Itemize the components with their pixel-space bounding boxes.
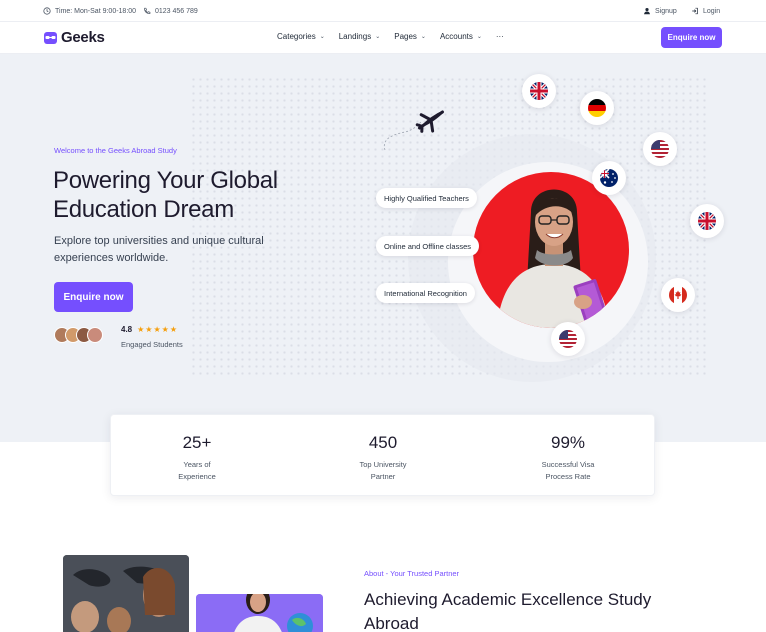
avatar — [87, 327, 103, 343]
geeks-logo-icon — [44, 31, 57, 44]
australia-flag-icon — [592, 161, 626, 195]
airplane-icon — [383, 110, 444, 151]
stat-label: Top University Partner — [359, 460, 407, 481]
engaged-students-label: Engaged Students — [121, 340, 183, 349]
stat-university: 450 Top University Partner — [323, 433, 443, 483]
login-link[interactable]: Login — [691, 7, 720, 15]
nav-label: Pages — [394, 32, 417, 41]
star-rating-icon: ★★★★★ — [137, 325, 178, 334]
usa-flag-icon — [643, 132, 677, 166]
hero-eyebrow: Welcome to the Geeks Abroad Study — [54, 146, 177, 155]
hours-text: Time: Mon-Sat 9:00-18:00 — [55, 7, 137, 15]
phone-info[interactable]: 0123 456 789 — [143, 7, 198, 15]
more-icon: ··· — [495, 32, 504, 41]
login-label: Login — [703, 7, 721, 15]
brand-logo[interactable]: Geeks — [43, 29, 105, 46]
about-title: Achieving Academic Excellence Study Abro… — [364, 590, 652, 632]
top-info-bar: Time: Mon-Sat 9:00-18:00 0123 456 789 Si… — [0, 0, 766, 22]
nav-label: Landings — [338, 32, 372, 41]
germany-flag-icon — [580, 91, 614, 125]
about-image-world-map — [63, 555, 189, 632]
about-eyebrow: About - Your Trusted Partner — [364, 569, 460, 578]
enquire-now-nav-button[interactable]: Enquire now — [661, 27, 722, 48]
feature-pill: International Recognition — [376, 283, 475, 303]
nav-menu: Categories ⌄ Landings ⌄ Pages ⌄ Accounts… — [277, 32, 504, 41]
stat-experience: 25+ Years of Experience — [137, 433, 257, 483]
student-avatars — [54, 327, 103, 343]
nav-item-accounts[interactable]: Accounts ⌄ — [440, 32, 482, 41]
nav-more-button[interactable]: ··· — [496, 32, 504, 41]
main-navbar: Geeks Categories ⌄ Landings ⌄ Pages ⌄ Ac… — [0, 22, 766, 54]
nav-label: Accounts — [439, 32, 473, 41]
chevron-down-icon: ⌄ — [476, 34, 482, 40]
signup-link[interactable]: Signup — [643, 7, 677, 15]
enquire-now-hero-button[interactable]: Enquire now — [54, 282, 133, 312]
student-photo — [497, 189, 609, 328]
about-image-student-globe — [196, 594, 323, 632]
stat-value: 99% — [550, 433, 586, 452]
signup-label: Signup — [655, 7, 677, 15]
nav-label: Categories — [277, 32, 316, 41]
phone-icon — [144, 7, 151, 14]
hero-section: Welcome to the Geeks Abroad Study Poweri… — [0, 54, 766, 442]
feature-pill: Online and Offline classes — [376, 236, 479, 256]
hero-title: Powering Your Global Education Dream — [53, 167, 278, 223]
brand-name: Geeks — [61, 29, 105, 46]
nav-item-landings[interactable]: Landings ⌄ — [339, 32, 381, 41]
canada-flag-icon — [661, 278, 695, 312]
uk-flag-icon — [522, 74, 556, 108]
stat-label: Years of Experience — [178, 460, 216, 481]
chevron-down-icon: ⌄ — [375, 34, 381, 40]
clock-icon — [43, 7, 51, 15]
chevron-down-icon: ⌄ — [420, 34, 426, 40]
nav-item-pages[interactable]: Pages ⌄ — [394, 32, 426, 41]
hours-info: Time: Mon-Sat 9:00-18:00 — [43, 7, 136, 15]
rating-value: 4.8 — [121, 325, 133, 334]
user-icon — [644, 7, 650, 15]
stat-visa: 99% Successful Visa Process Rate — [508, 433, 628, 483]
chevron-down-icon: ⌄ — [319, 34, 325, 40]
hero-subtitle: Explore top universities and unique cult… — [54, 235, 264, 264]
nav-item-categories[interactable]: Categories ⌄ — [277, 32, 325, 41]
stat-value: 450 — [368, 433, 398, 452]
feature-pill: Highly Qualified Teachers — [376, 188, 477, 208]
login-icon — [692, 7, 698, 15]
usa-flag-icon — [551, 322, 585, 356]
uk-flag-icon — [690, 204, 724, 238]
stat-value: 25+ — [182, 433, 212, 452]
phone-text: 0123 456 789 — [155, 7, 198, 15]
rating: 4.8 ★★★★★ — [121, 325, 178, 334]
stat-label: Successful Visa Process Rate — [541, 460, 595, 481]
stats-card: 25+ Years of Experience 450 Top Universi… — [110, 414, 655, 496]
